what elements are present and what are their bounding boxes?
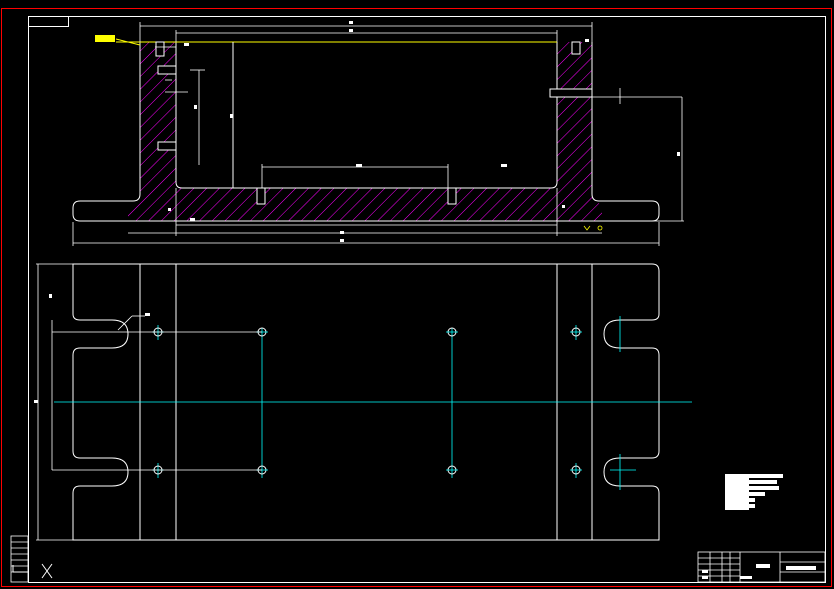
plan-view: [34, 263, 692, 541]
sheet-border: [1, 8, 832, 587]
section-view: [72, 21, 684, 246]
wall-hole-top-right: [571, 41, 581, 55]
wall-hole-top-left: [155, 41, 165, 57]
hole-cross-marks: [152, 331, 582, 471]
side-hole-1: [157, 65, 177, 75]
technical-notes-block: [725, 474, 783, 510]
cad-drawing-canvas[interactable]: [0, 0, 834, 589]
side-hole-2: [157, 141, 177, 151]
frame-corner-box: [28, 16, 69, 27]
plan-holes: [153, 327, 581, 475]
revision-strip: [10, 535, 29, 583]
leader-label-box: [95, 35, 115, 42]
bolt-hole-right: [447, 187, 457, 205]
side-hole-3: [549, 88, 593, 98]
bolt-hole-left: [256, 187, 266, 205]
title-block-text: [702, 564, 816, 579]
plan-centerlines: [54, 316, 692, 490]
surface-finish-marks: [583, 225, 603, 231]
